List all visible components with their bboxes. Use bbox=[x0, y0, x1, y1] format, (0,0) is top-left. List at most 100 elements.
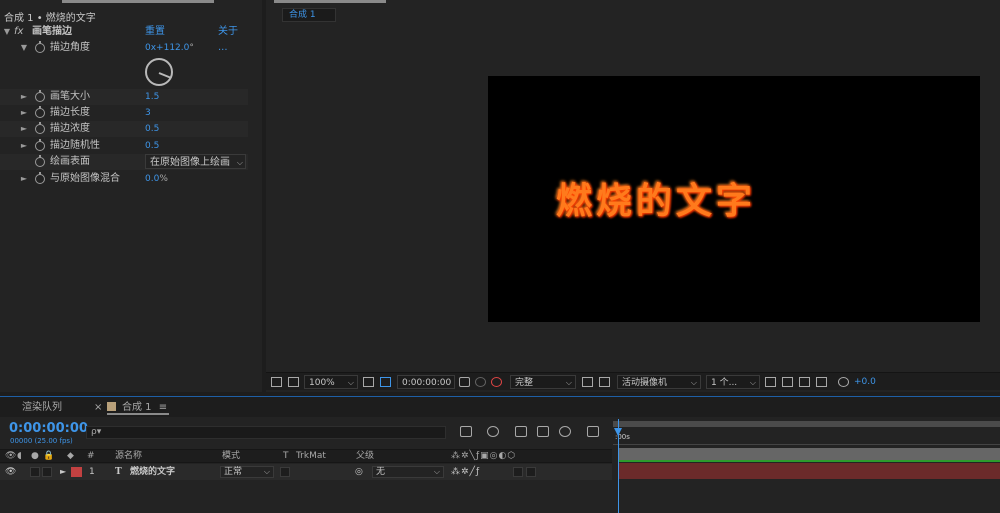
property-row-stroke-angle[interactable]: ▼ 描边角度 0x+112.0° bbox=[0, 40, 248, 56]
preserve-transparency-switch[interactable] bbox=[280, 467, 290, 477]
draft-3d-icon[interactable] bbox=[487, 426, 499, 437]
exposure-value[interactable]: +0.0 bbox=[854, 375, 876, 389]
adjustment-switch[interactable] bbox=[513, 467, 523, 477]
chevron-down-icon: ⌵ bbox=[565, 378, 572, 387]
table-row[interactable]: 👁 ► 1 T 燃烧的文字 正常 ⌵ ◎ 无 ⌵ ⁂✲╱ƒ bbox=[0, 464, 612, 480]
property-value[interactable]: 0.0% bbox=[145, 171, 168, 187]
expand-triangle-icon[interactable]: ► bbox=[60, 464, 66, 480]
solo-switch[interactable] bbox=[30, 467, 40, 477]
property-row-stroke-randomness[interactable]: ► 描边随机性 0.5 bbox=[0, 138, 248, 154]
label-tag-icon[interactable]: ◆ bbox=[67, 450, 74, 463]
expand-triangle-icon[interactable]: ► bbox=[19, 121, 29, 137]
timecode-field[interactable]: 0:00:00:00 bbox=[397, 375, 455, 389]
tab-render-queue[interactable]: 渲染队列 bbox=[22, 400, 62, 415]
transparency-grid-icon[interactable] bbox=[599, 377, 610, 387]
property-row-stroke-density[interactable]: ► 描边浓度 0.5 bbox=[0, 121, 248, 137]
motion-blur-icon[interactable] bbox=[559, 426, 571, 437]
stopwatch-icon[interactable] bbox=[35, 41, 45, 53]
exposure-reset-icon[interactable] bbox=[838, 377, 849, 387]
eye-icon[interactable]: 👁 bbox=[5, 450, 16, 463]
stopwatch-icon[interactable] bbox=[35, 139, 45, 151]
stopwatch-icon[interactable] bbox=[35, 155, 45, 167]
grid-icon[interactable] bbox=[363, 377, 374, 387]
expand-triangle-icon[interactable]: ► bbox=[19, 89, 29, 105]
camera-snapshot-icon[interactable] bbox=[459, 377, 470, 387]
expand-triangle-icon[interactable]: ► bbox=[19, 138, 29, 154]
property-row-paint-surface[interactable]: 绘画表面 在原始图像上绘画 ⌵ bbox=[0, 154, 248, 170]
close-icon[interactable]: × bbox=[94, 400, 102, 415]
visibility-eye-icon[interactable]: 👁 bbox=[5, 464, 16, 480]
color-channel-icon[interactable] bbox=[491, 377, 502, 387]
monitor-icon[interactable] bbox=[288, 377, 299, 387]
flowchart-icon[interactable] bbox=[816, 377, 827, 387]
composition-flowchart-icon[interactable] bbox=[460, 426, 472, 437]
current-time-indicator[interactable] bbox=[614, 419, 622, 513]
lock-icon[interactable]: 🔒 bbox=[43, 450, 54, 463]
property-value[interactable]: 0.5 bbox=[145, 138, 159, 154]
shy-layers-icon[interactable] bbox=[515, 426, 527, 437]
property-row-blend-original[interactable]: ► 与原始图像混合 0.0% bbox=[0, 171, 248, 187]
blend-mode-dropdown[interactable]: 正常 ⌵ bbox=[220, 466, 274, 478]
panel-tab-indicator[interactable] bbox=[274, 0, 386, 3]
zoom-dropdown[interactable]: 100% ⌵ bbox=[304, 375, 358, 389]
property-value[interactable]: 0.5 bbox=[145, 121, 159, 137]
current-time-display[interactable]: 0:00:00:00 bbox=[9, 421, 88, 436]
expand-triangle-icon[interactable]: ► bbox=[19, 171, 29, 187]
views-dropdown[interactable]: 1 个... ⌵ bbox=[706, 375, 760, 389]
column-source-name[interactable]: 源名称 bbox=[115, 450, 142, 463]
panel-tab-indicator[interactable] bbox=[62, 0, 214, 3]
effect-row-brush-strokes[interactable]: ▼ fx 画笔描边 重置 关于 ... bbox=[0, 24, 248, 53]
layer-label-color[interactable] bbox=[71, 467, 82, 477]
always-preview-icon[interactable] bbox=[271, 377, 282, 387]
collapse-triangle-icon[interactable]: ▼ bbox=[2, 24, 12, 40]
parent-pick-whip-icon[interactable]: ◎ bbox=[355, 464, 363, 480]
stopwatch-icon[interactable] bbox=[35, 106, 45, 118]
burning-text-layer[interactable]: 燃烧的文字 bbox=[556, 172, 756, 224]
fx-icon[interactable]: fx bbox=[14, 24, 23, 40]
property-value[interactable]: 3 bbox=[145, 105, 151, 121]
solo-icon[interactable]: ● bbox=[31, 450, 39, 463]
property-row-stroke-length[interactable]: ► 描边长度 3 bbox=[0, 105, 248, 121]
reset-link[interactable]: 重置 bbox=[145, 24, 165, 40]
timeline-graph[interactable]: :00s bbox=[613, 417, 1000, 513]
paint-surface-dropdown[interactable]: 在原始图像上绘画 ⌵ bbox=[145, 154, 246, 169]
property-row-brush-size[interactable]: ► 画笔大小 1.5 bbox=[0, 89, 248, 105]
expand-triangle-icon[interactable]: ► bbox=[19, 105, 29, 121]
mask-visibility-icon[interactable] bbox=[380, 377, 391, 387]
region-of-interest-icon[interactable] bbox=[582, 377, 593, 387]
fast-preview-icon[interactable] bbox=[799, 377, 810, 387]
composition-tab[interactable]: 合成 1 bbox=[282, 8, 336, 22]
layer-switches-icon[interactable]: ⁂✲╱ƒ bbox=[451, 464, 480, 480]
layer-name[interactable]: 燃烧的文字 bbox=[130, 464, 175, 480]
chevron-down-icon: ⌵ bbox=[347, 378, 354, 387]
tab-menu-icon[interactable]: ≡ bbox=[159, 402, 167, 413]
parent-dropdown[interactable]: 无 ⌵ bbox=[372, 466, 444, 478]
resolution-dropdown[interactable]: 完整 ⌵ bbox=[510, 375, 576, 389]
stopwatch-icon[interactable] bbox=[35, 90, 45, 102]
property-value[interactable]: 0x+112.0° bbox=[145, 40, 194, 56]
work-area-bar[interactable] bbox=[613, 421, 1000, 427]
audio-icon[interactable]: ◖ bbox=[17, 450, 22, 463]
stopwatch-icon[interactable] bbox=[35, 122, 45, 134]
composition-panel: 合成 1 燃烧的文字 100% ⌵ 0:00:00:00 完整 ⌵ 活动摄像机 ⌵ 1… bbox=[266, 0, 1000, 392]
lock-switch[interactable] bbox=[42, 467, 52, 477]
stopwatch-icon[interactable] bbox=[35, 172, 45, 184]
3d-layer-switch[interactable] bbox=[526, 467, 536, 477]
frame-blending-icon[interactable] bbox=[537, 426, 549, 437]
layer-search-input[interactable]: ρ▾ bbox=[86, 426, 446, 439]
layer-duration-bar[interactable] bbox=[619, 463, 1000, 479]
property-value[interactable]: 1.5 bbox=[145, 89, 159, 105]
effect-controls-panel: 合成 1 • 燃烧的文字 ▼ fx 画笔描边 重置 关于 ... ▼ 描边角度 … bbox=[0, 0, 262, 392]
graph-editor-icon[interactable] bbox=[587, 426, 599, 437]
pixel-aspect-icon[interactable] bbox=[782, 377, 793, 387]
show-snapshot-icon[interactable] bbox=[475, 377, 486, 387]
camera-dropdown[interactable]: 活动摄像机 ⌵ bbox=[617, 375, 701, 389]
effect-name: 画笔描边 bbox=[32, 26, 72, 37]
effect-controls-header: 合成 1 • 燃烧的文字 bbox=[4, 13, 96, 24]
composition-canvas[interactable]: 燃烧的文字 bbox=[488, 76, 980, 322]
view-layout-icon[interactable] bbox=[765, 377, 776, 387]
tab-composition[interactable]: 合成 1 ≡ bbox=[107, 400, 169, 415]
angle-dial[interactable] bbox=[145, 58, 173, 86]
time-ruler[interactable]: :00s bbox=[613, 429, 1000, 445]
expand-triangle-icon[interactable]: ▼ bbox=[19, 40, 29, 56]
